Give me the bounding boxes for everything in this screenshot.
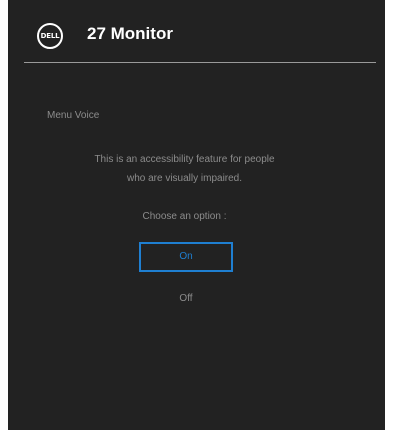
osd-header: DELL 27 Monitor bbox=[8, 0, 385, 64]
header-divider bbox=[24, 62, 376, 63]
option-on-button[interactable]: On bbox=[139, 242, 233, 272]
description-line-2: who are visually impaired. bbox=[126, 173, 243, 184]
menu-voice-description: This is an accessibility feature for peo… bbox=[8, 150, 361, 188]
choose-option-prompt: Choose an option : bbox=[142, 211, 227, 222]
option-off-button[interactable]: Off bbox=[139, 284, 233, 314]
description-line-1: This is an accessibility feature for peo… bbox=[94, 154, 275, 165]
dell-logo: DELL bbox=[37, 23, 63, 49]
osd-window: DELL 27 Monitor Menu Voice This is an ac… bbox=[8, 0, 385, 430]
monitor-title: 27 Monitor bbox=[87, 24, 173, 43]
menu-voice-label: Menu Voice bbox=[47, 110, 100, 121]
